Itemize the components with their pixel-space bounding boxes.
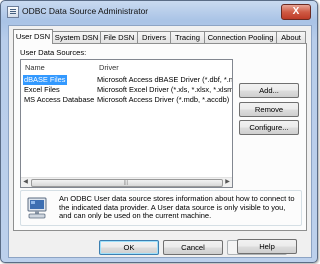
grip-icon: ||| <box>124 180 128 186</box>
list-item[interactable]: dBASE Files Microsoft Access dBASE Drive… <box>21 75 232 85</box>
dsn-name: Excel Files <box>24 85 60 94</box>
configure-button[interactable]: Configure... <box>239 120 299 135</box>
list-item[interactable]: MS Access Database Microsoft Access Driv… <box>21 95 232 105</box>
window-title: ODBC Data Source Administrator <box>22 6 149 16</box>
close-button[interactable]: X <box>281 4 311 20</box>
tab-drivers[interactable]: Drivers <box>137 31 171 43</box>
dialog-body: User DSN System DSN File DSN Drivers Tra… <box>8 25 312 258</box>
dsn-driver: Microsoft Access dBASE Driver (*.dbf, *.… <box>97 75 233 84</box>
dsn-name: dBASE Files <box>23 75 67 85</box>
horizontal-scrollbar[interactable]: ◀ ||| ▶ <box>21 177 232 187</box>
tab-tracing[interactable]: Tracing <box>170 31 205 43</box>
dsn-driver: Microsoft Access Driver (*.mdb, *.accdb) <box>97 95 230 104</box>
scroll-right-icon[interactable]: ▶ <box>223 178 232 187</box>
computer-icon <box>27 197 47 219</box>
info-box: An ODBC User data source stores informat… <box>20 190 302 226</box>
scrollbar-thumb[interactable]: ||| <box>31 179 223 187</box>
odbc-app-icon <box>7 6 19 18</box>
odbc-dialog-window: ODBC Data Source Administrator X User DS… <box>0 0 318 263</box>
column-header-name[interactable]: Name <box>25 62 45 73</box>
title-bar[interactable]: ODBC Data Source Administrator X <box>1 1 317 23</box>
column-header-driver[interactable]: Driver <box>99 62 119 73</box>
scroll-left-icon[interactable]: ◀ <box>21 178 30 187</box>
dsn-driver: Microsoft Excel Driver (*.xls, *.xlsx, *… <box>97 85 233 94</box>
info-description: An ODBC User data source stores informat… <box>59 194 295 221</box>
tab-system-dsn[interactable]: System DSN <box>52 31 101 43</box>
list-item[interactable]: Excel Files Microsoft Excel Driver (*.xl… <box>21 85 232 95</box>
add-button[interactable]: Add... <box>239 83 299 98</box>
remove-button[interactable]: Remove <box>239 102 299 117</box>
user-data-sources-label: User Data Sources: <box>20 48 87 57</box>
data-sources-list[interactable]: Name Driver dBASE Files Microsoft Access… <box>20 59 233 188</box>
dsn-name: MS Access Database <box>24 95 95 104</box>
tab-about[interactable]: About <box>276 31 306 43</box>
tab-user-dsn[interactable]: User DSN <box>13 29 53 44</box>
tab-file-dsn[interactable]: File DSN <box>100 31 138 43</box>
help-button[interactable]: Help <box>237 239 297 254</box>
user-dsn-panel: User Data Sources: Name Driver dBASE Fil… <box>13 43 307 231</box>
tab-connection-pooling[interactable]: Connection Pooling <box>204 31 277 43</box>
ok-button[interactable]: OK <box>99 240 159 255</box>
cancel-button[interactable]: Cancel <box>163 240 223 255</box>
